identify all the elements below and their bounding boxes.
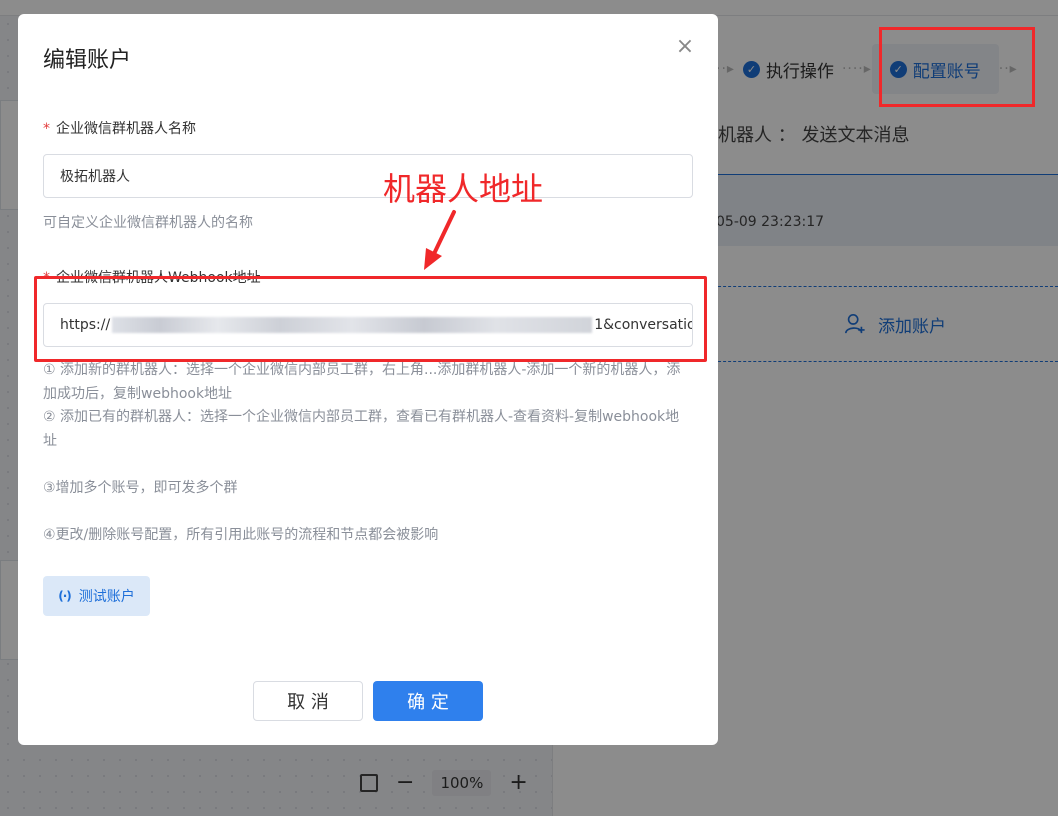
help-line: ④更改/删除账号配置，所有引用此账号的流程和节点都会被影响 xyxy=(43,526,439,543)
cancel-button[interactable]: 取 消 xyxy=(253,681,363,721)
name-field-label: * 企业微信群机器人名称 xyxy=(43,118,196,138)
confirm-button[interactable]: 确 定 xyxy=(373,681,483,721)
webhook-help-text: ① 添加新的群机器人：选择一个企业微信内部员工群，右上角...添加群机器人-添加… xyxy=(43,359,693,547)
required-mark: * xyxy=(43,121,50,137)
dialog-title: 编辑账户 xyxy=(43,48,132,73)
help-line: ② 添加已有的群机器人：选择一个企业微信内部员工群，查看已有群机器人-查看资料-… xyxy=(43,409,680,449)
signal-icon: (·) xyxy=(58,589,71,603)
name-field-label-text: 企业微信群机器人名称 xyxy=(56,121,196,137)
test-account-button[interactable]: (·) 测试账户 xyxy=(43,576,150,616)
annotation-box-webhook xyxy=(34,276,707,362)
help-line: ③增加多个账号，即可发多个群 xyxy=(43,479,238,496)
robot-name-input[interactable]: 极拓机器人 xyxy=(43,154,693,198)
annotation-arrow-icon xyxy=(424,210,456,270)
help-line: ① 添加新的群机器人：选择一个企业微信内部员工群，右上角...添加群机器人-添加… xyxy=(43,362,681,402)
close-icon[interactable]: × xyxy=(674,36,696,58)
test-account-label: 测试账户 xyxy=(78,589,135,605)
robot-name-hint: 可自定义企业微信群机器人的名称 xyxy=(43,215,253,231)
annotation-box-steps xyxy=(879,27,1035,107)
robot-name-value: 极拓机器人 xyxy=(60,169,130,185)
annotation-label: 机器人地址 xyxy=(383,170,544,208)
edit-account-dialog: 编辑账户 × * 企业微信群机器人名称 极拓机器人 可自定义企业微信群机器人的名称… xyxy=(18,14,718,745)
